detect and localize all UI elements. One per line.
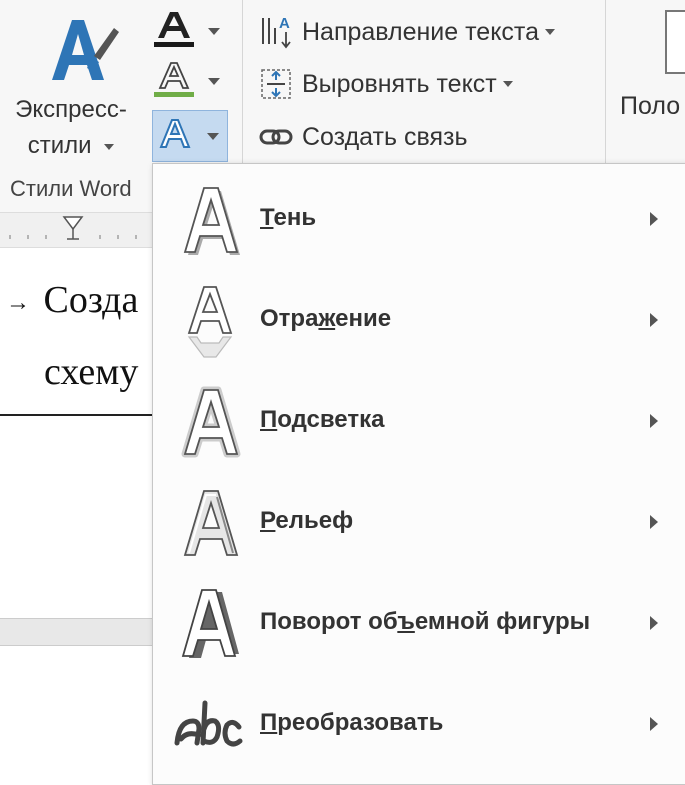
submenu-arrow-icon [650, 313, 658, 327]
menu-label-3d-rotation-post: емной фигуры [414, 608, 591, 635]
page-break-band [0, 618, 152, 646]
3d-rotation-a-icon [181, 589, 239, 658]
indent-marker-icon[interactable] [62, 215, 84, 245]
express-styles-button[interactable]: Экспресс- стили [2, 8, 140, 168]
menu-label-reflection-post: ение [335, 305, 392, 332]
reflection-a-icon [187, 286, 233, 358]
submenu-arrow-icon [650, 414, 658, 428]
transform-abc-icon [174, 700, 243, 747]
horizontal-ruler[interactable] [0, 212, 152, 248]
document-text-line-1: Созда [43, 279, 139, 321]
glow-a-icon [181, 386, 241, 458]
svg-text:A: A [279, 15, 290, 32]
ribbon-divider [605, 0, 606, 165]
submenu-arrow-icon [650, 717, 658, 731]
link-icon [258, 119, 296, 155]
menu-label-3d-rotation-accel: ъ [397, 608, 415, 635]
text-outline-button[interactable] [152, 60, 228, 102]
menu-label-bevel: ельеф [275, 507, 354, 534]
align-text-chevron-icon [502, 81, 513, 87]
menu-label-bevel-accel: Р [260, 507, 276, 534]
align-text-button[interactable]: Выровнять текст [258, 64, 513, 104]
text-effects-button[interactable] [152, 110, 228, 162]
text-direction-label: Направление текста [302, 17, 539, 46]
text-fill-chevron-icon[interactable] [208, 28, 220, 35]
menu-item-glow[interactable]: Подсветка [153, 370, 685, 471]
text-direction-chevron-icon [545, 29, 555, 35]
menu-item-bevel[interactable]: Рельеф [153, 471, 685, 572]
menu-label-reflection-accel: ж [318, 305, 336, 332]
position-icon[interactable] [665, 10, 685, 74]
chevron-down-icon [104, 143, 115, 150]
text-fill-a-icon [154, 12, 194, 47]
menu-label-transform: реобразовать [277, 709, 444, 736]
ribbon-divider [242, 0, 243, 165]
align-text-icon [258, 66, 296, 102]
submenu-arrow-icon [650, 616, 658, 630]
bevel-a-icon [183, 490, 239, 556]
text-outline-a-icon [154, 62, 194, 97]
submenu-arrow-icon [650, 515, 658, 529]
text-outline-chevron-icon[interactable] [208, 78, 220, 85]
menu-label-glow: одсветка [277, 406, 385, 433]
express-styles-icon [52, 20, 119, 80]
menu-label-transform-accel: П [260, 709, 278, 736]
text-direction-icon: A [258, 14, 296, 50]
position-label[interactable]: Поло [620, 92, 680, 121]
menu-label-reflection-pre: Отра [260, 305, 319, 332]
menu-label-glow-accel: П [260, 406, 278, 433]
create-link-label: Создать связь [302, 122, 468, 151]
text-effects-menu: Тень Отражение Подсветка Рельеф Поворот … [152, 163, 685, 785]
menu-label-3d-rotation-pre: Поворот об [260, 608, 398, 635]
menu-item-transform[interactable]: Преобразовать [153, 673, 685, 774]
text-effects-chevron-icon[interactable] [207, 133, 219, 140]
text-fill-button[interactable] [152, 10, 228, 52]
shadow-a-icon [183, 187, 240, 255]
submenu-arrow-icon [650, 212, 658, 226]
document-text-line-2: схему [44, 351, 139, 393]
menu-item-reflection[interactable]: Отражение [153, 269, 685, 370]
table-border-line [0, 414, 152, 416]
group-label-word-styles: Стили Word [10, 176, 132, 201]
menu-label-shadow-accel: Т [260, 204, 274, 231]
express-styles-label-1: Экспресс- [15, 96, 127, 123]
bullet-arrow: → [6, 289, 30, 316]
create-link-button[interactable]: Создать связь [258, 117, 467, 157]
align-text-label: Выровнять текст [302, 69, 497, 98]
menu-label-shadow: ень [273, 204, 317, 231]
document-line-1: → Созда [6, 278, 138, 322]
text-effects-a-icon [159, 119, 191, 148]
menu-item-3d-rotation[interactable]: Поворот объемной фигуры [153, 572, 685, 673]
express-styles-label-2: стили [27, 132, 92, 159]
text-direction-button[interactable]: A Направление текста [258, 12, 555, 52]
menu-item-shadow[interactable]: Тень [153, 168, 685, 269]
